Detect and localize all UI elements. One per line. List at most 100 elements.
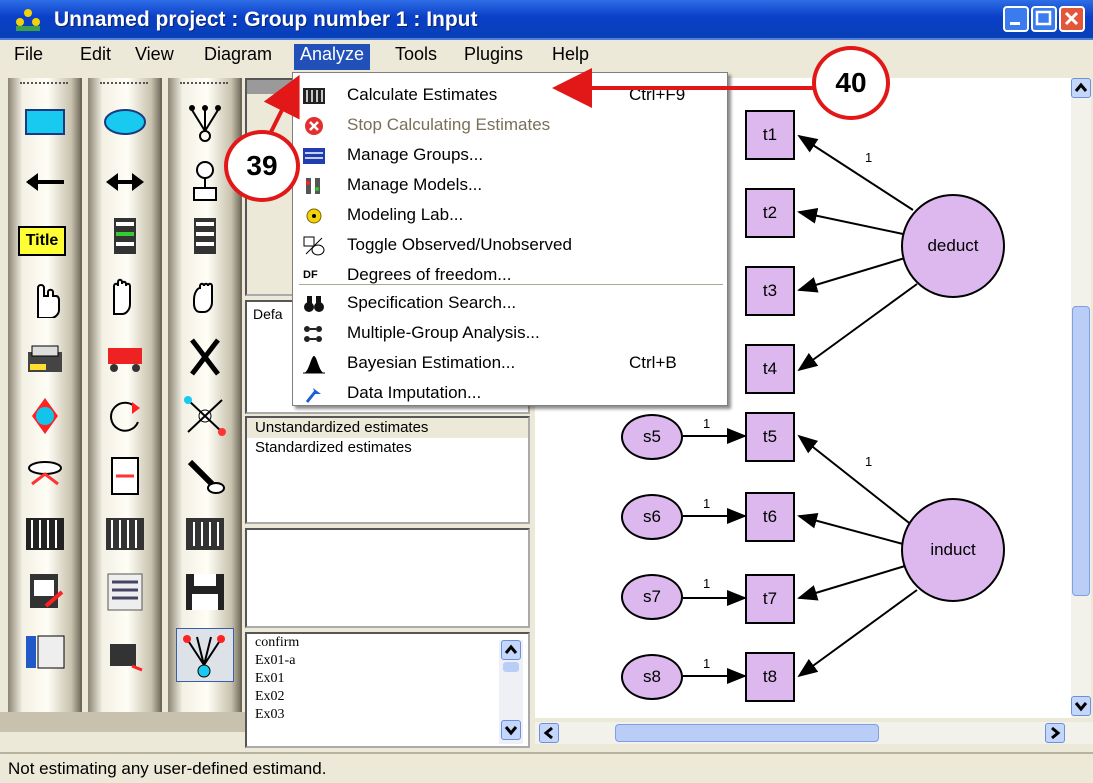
menu-item-data-imputation[interactable]: Data Imputation... — [293, 379, 729, 409]
observed-variable-t4[interactable]: t4 — [745, 344, 795, 394]
callout-40: 40 — [812, 46, 890, 120]
title-tool-button[interactable]: Title — [18, 218, 66, 262]
files-panel: confirm Ex01-a Ex01 Ex02 Ex03 — [245, 632, 530, 748]
menu-item-toggle-observed[interactable]: Toggle Observed/Unobserved — [293, 231, 729, 261]
error-variable-s7[interactable]: s7 — [621, 574, 683, 620]
single-arrow-icon[interactable] — [22, 160, 68, 204]
modeling-lab-icon — [306, 208, 322, 224]
observed-variable-t2[interactable]: t2 — [745, 188, 795, 238]
scroll-left-button[interactable] — [539, 723, 559, 743]
unstandardized-estimates-item[interactable]: Unstandardized estimates — [247, 418, 528, 438]
menu-separator — [299, 284, 723, 288]
erase-icon[interactable] — [182, 334, 228, 378]
view-data-icon[interactable] — [102, 630, 148, 674]
file-list-item[interactable]: Ex01-a — [247, 652, 528, 670]
file-list-item[interactable]: Ex01 — [247, 670, 528, 688]
variable-names-icon[interactable] — [102, 214, 148, 258]
draw-ellipse-icon[interactable] — [102, 100, 148, 144]
menu-item-manage-groups[interactable]: Manage Groups... — [293, 141, 729, 171]
latent-variable-induct[interactable]: induct — [901, 498, 1005, 602]
menu-edit[interactable]: Edit — [74, 44, 117, 70]
observed-variable-t6[interactable]: t6 — [745, 492, 795, 542]
move-object-icon[interactable] — [102, 334, 148, 378]
text-output-icon[interactable] — [22, 630, 68, 674]
scroll-thumb[interactable] — [1072, 306, 1090, 596]
close-button[interactable] — [1059, 6, 1085, 32]
observed-variable-t1[interactable]: t1 — [745, 110, 795, 160]
observed-variable-t8[interactable]: t8 — [745, 652, 795, 702]
list-variables-icon[interactable] — [22, 512, 68, 556]
menu-item-bayesian-estimation[interactable]: Bayesian Estimation... Ctrl+B — [293, 349, 729, 379]
file-list-item[interactable]: confirm — [247, 634, 528, 652]
standardized-estimates-item[interactable]: Standardized estimates — [247, 438, 528, 458]
error-variable-s8[interactable]: s8 — [621, 654, 683, 700]
menu-tools[interactable]: Tools — [389, 44, 443, 70]
menu-help[interactable]: Help — [546, 44, 595, 70]
title-bar[interactable]: Unnamed project : Group number 1 : Input — [0, 0, 1093, 40]
rotate-icon[interactable] — [102, 394, 148, 438]
object-properties-icon[interactable] — [102, 570, 148, 614]
draw-rectangle-icon[interactable] — [22, 100, 68, 144]
deselect-all-icon[interactable] — [182, 274, 228, 318]
scroll-thumb[interactable] — [615, 724, 879, 742]
toolbar-grip[interactable] — [100, 82, 148, 88]
error-variable-s5[interactable]: s5 — [621, 414, 683, 460]
specification-search-tool-button[interactable] — [176, 628, 234, 682]
reflect-indicators-icon[interactable] — [182, 394, 228, 438]
error-variable-s6[interactable]: s6 — [621, 494, 683, 540]
scroll-thumb[interactable] — [503, 662, 519, 672]
scroll-right-button[interactable] — [1045, 723, 1065, 743]
menu-view[interactable]: View — [129, 44, 180, 70]
scroll-up-button[interactable] — [1071, 78, 1091, 98]
diagram-horizontal-scrollbar[interactable] — [535, 722, 1093, 744]
menu-item-stop-calculating[interactable]: Stop Calculating Estimates — [293, 111, 729, 141]
observed-variable-t7[interactable]: t7 — [745, 574, 795, 624]
scroll-up-button[interactable] — [501, 640, 521, 660]
copy-object-icon[interactable] — [22, 334, 68, 378]
scroll-down-button[interactable] — [1071, 696, 1091, 716]
chevron-right-icon — [1051, 726, 1061, 740]
toolbar-grip[interactable] — [20, 82, 68, 88]
menu-item-modeling-lab[interactable]: Modeling Lab... — [293, 201, 729, 231]
menu-item-specification-search[interactable]: Specification Search... — [293, 289, 729, 319]
minimize-button[interactable] — [1003, 6, 1029, 32]
maximize-button[interactable] — [1031, 6, 1057, 32]
menu-item-multiple-group-analysis[interactable]: Multiple-Group Analysis... — [293, 319, 729, 349]
unique-variable-icon[interactable] — [182, 160, 228, 204]
menu-plugins[interactable]: Plugins — [458, 44, 529, 70]
save-icon[interactable] — [182, 570, 228, 614]
default-model-label[interactable]: Defa — [253, 306, 283, 322]
menu-diagram[interactable]: Diagram — [198, 44, 278, 70]
resize-icon[interactable] — [102, 454, 148, 498]
draw-latent-indicators-icon[interactable] — [182, 100, 228, 144]
latent-variable-deduct[interactable]: deduct — [901, 194, 1005, 298]
files-scrollbar[interactable] — [499, 640, 523, 744]
menu-item-shortcut: Ctrl+B — [629, 353, 677, 372]
amos-app-icon[interactable] — [14, 8, 42, 32]
diagram-vertical-scrollbar[interactable] — [1071, 78, 1091, 718]
toolbar-grip[interactable] — [180, 82, 228, 88]
file-list-item[interactable]: Ex02 — [247, 688, 528, 706]
menu-item-calculate-estimates[interactable]: Calculate Estimates Ctrl+F9 — [293, 81, 729, 111]
file-list-item[interactable]: Ex03 — [247, 706, 528, 724]
analysis-properties-icon[interactable] — [102, 512, 148, 556]
menu-item-label: Data Imputation... — [347, 383, 482, 402]
observed-variable-t3[interactable]: t3 — [745, 266, 795, 316]
list-objects-icon[interactable] — [182, 214, 228, 258]
touch-up-icon[interactable] — [182, 454, 228, 498]
title-tool-label: Title — [18, 226, 66, 256]
data-files-icon[interactable] — [22, 570, 68, 614]
menu-item-manage-models[interactable]: Manage Models... — [293, 171, 729, 201]
select-all-icon[interactable] — [102, 274, 148, 318]
scroll-down-button[interactable] — [501, 720, 521, 740]
observed-variable-t5[interactable]: t5 — [745, 412, 795, 462]
move-parameter-icon[interactable] — [22, 394, 68, 438]
double-arrow-icon[interactable] — [102, 160, 148, 204]
menu-file[interactable]: File — [8, 44, 49, 70]
menu-analyze[interactable]: Analyze — [294, 44, 371, 70]
bayesian-icon — [303, 356, 325, 374]
bayesian-toolbar-icon[interactable] — [182, 512, 228, 556]
select-one-icon[interactable] — [22, 274, 68, 318]
rotate-indicator-icon[interactable] — [22, 454, 68, 498]
window-title: Unnamed project : Group number 1 : Input — [54, 8, 478, 31]
